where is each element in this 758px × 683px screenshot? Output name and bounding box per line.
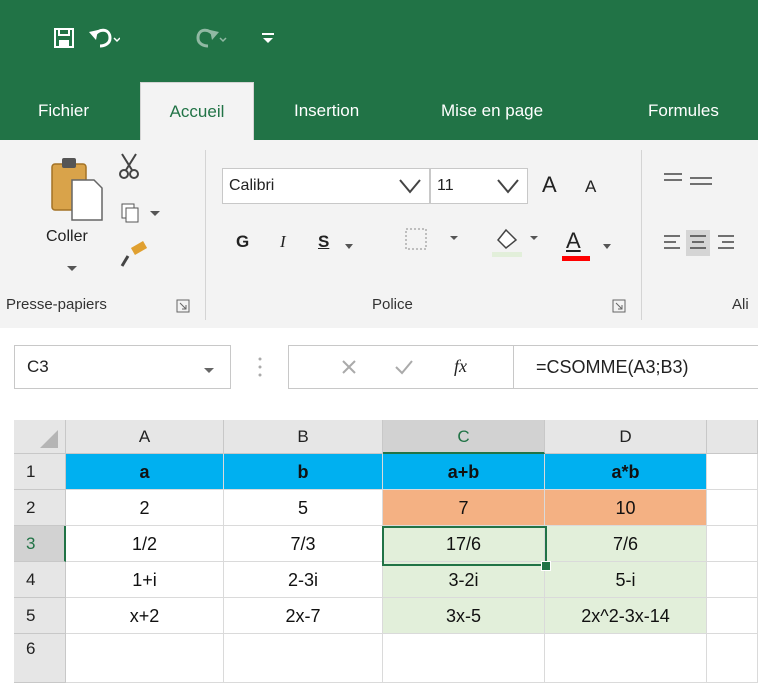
- insert-function-button[interactable]: fx: [454, 356, 467, 377]
- cell-a3[interactable]: 1/2: [66, 526, 224, 562]
- grow-font-button[interactable]: A: [542, 172, 557, 198]
- column-header-a[interactable]: A: [66, 420, 224, 454]
- cell-a1[interactable]: a: [66, 454, 224, 490]
- font-color-button[interactable]: A: [566, 228, 581, 254]
- cell-e2[interactable]: [707, 490, 758, 526]
- cell-a5[interactable]: x+2: [66, 598, 224, 634]
- cell-b2[interactable]: 5: [224, 490, 383, 526]
- tab-formules[interactable]: Formules: [648, 100, 719, 122]
- font-size-value: 11: [437, 177, 454, 194]
- enter-check-icon[interactable]: [394, 358, 414, 376]
- tab-insertion[interactable]: Insertion: [294, 100, 359, 122]
- cell-b3[interactable]: 7/3: [224, 526, 383, 562]
- clipboard-group-label: Presse-papiers: [6, 296, 107, 313]
- cell-b6[interactable]: [224, 634, 383, 683]
- group-separator: [641, 150, 642, 320]
- cell-e4[interactable]: [707, 562, 758, 598]
- cell-a2[interactable]: 2: [66, 490, 224, 526]
- cell-c5[interactable]: 3x-5: [383, 598, 545, 634]
- alignment-group-label: Ali: [732, 296, 749, 313]
- splitter-handle-icon[interactable]: [258, 356, 262, 378]
- cut-icon[interactable]: [118, 152, 140, 180]
- name-box-value: C3: [27, 357, 49, 376]
- italic-button[interactable]: I: [280, 232, 286, 252]
- row-header-5[interactable]: 5: [14, 598, 66, 634]
- fill-handle[interactable]: [541, 561, 551, 571]
- row-header-3[interactable]: 3: [14, 526, 66, 562]
- undo-icon[interactable]: [88, 26, 121, 50]
- cell-a6[interactable]: [66, 634, 224, 683]
- cell-c2[interactable]: 7: [383, 490, 545, 526]
- row-header-1[interactable]: 1: [14, 454, 66, 490]
- column-header-e[interactable]: [707, 420, 758, 454]
- cell-d5[interactable]: 2x^2-3x-14: [545, 598, 707, 634]
- format-painter-icon[interactable]: [118, 240, 154, 270]
- tab-fichier[interactable]: Fichier: [38, 100, 89, 122]
- underline-dropdown-icon[interactable]: [344, 238, 354, 249]
- column-header-b[interactable]: B: [224, 420, 383, 454]
- font-name-dropdown-icon[interactable]: [396, 178, 424, 194]
- name-box[interactable]: C3: [14, 345, 231, 389]
- column-header-d[interactable]: D: [545, 420, 707, 454]
- save-icon[interactable]: [54, 28, 74, 48]
- paste-button[interactable]: Coller: [46, 228, 88, 246]
- paste-dropdown-icon[interactable]: [66, 260, 78, 271]
- cell-a4[interactable]: 1+i: [66, 562, 224, 598]
- cell-d4[interactable]: 5-i: [545, 562, 707, 598]
- group-separator: [205, 150, 206, 320]
- cell-b1[interactable]: b: [224, 454, 383, 490]
- select-all-corner[interactable]: [14, 420, 66, 454]
- align-top-icon[interactable]: [660, 168, 720, 198]
- clipboard-launcher-icon[interactable]: [176, 299, 190, 313]
- formula-value: =CSOMME(A3;B3): [536, 357, 689, 377]
- font-launcher-icon[interactable]: [612, 299, 626, 313]
- ribbon-tabs: [0, 68, 758, 140]
- borders-icon[interactable]: [402, 226, 462, 252]
- font-group-label: Police: [372, 296, 413, 313]
- name-box-dropdown-icon[interactable]: [203, 362, 215, 373]
- cell-c4[interactable]: 3-2i: [383, 562, 545, 598]
- font-size-dropdown-icon[interactable]: [494, 178, 522, 194]
- cell-b4[interactable]: 2-3i: [224, 562, 383, 598]
- cell-c1[interactable]: a+b: [383, 454, 545, 490]
- formula-input[interactable]: =CSOMME(A3;B3): [514, 345, 758, 389]
- row-header-2[interactable]: 2: [14, 490, 66, 526]
- paste-icon[interactable]: [48, 154, 106, 222]
- column-header-c[interactable]: C: [383, 420, 545, 454]
- cell-c6[interactable]: [383, 634, 545, 683]
- cell-e3[interactable]: [707, 526, 758, 562]
- cell-d3[interactable]: 7/6: [545, 526, 707, 562]
- underline-button[interactable]: S: [318, 232, 329, 252]
- row-header-6[interactable]: 6: [14, 634, 66, 683]
- tab-mise-en-page[interactable]: Mise en page: [441, 100, 543, 122]
- font-name-value: Calibri: [229, 177, 275, 194]
- fill-color-icon[interactable]: [490, 224, 546, 260]
- cancel-icon[interactable]: [340, 358, 358, 376]
- tab-accueil[interactable]: Accueil: [140, 82, 254, 140]
- cell-b5[interactable]: 2x-7: [224, 598, 383, 634]
- font-color-bar: [562, 256, 590, 261]
- shrink-font-button[interactable]: A: [585, 177, 596, 197]
- row-header-4[interactable]: 4: [14, 562, 66, 598]
- cell-d6[interactable]: [545, 634, 707, 683]
- cell-e5[interactable]: [707, 598, 758, 634]
- cell-e6[interactable]: [707, 634, 758, 683]
- cell-d1[interactable]: a*b: [545, 454, 707, 490]
- redo-icon[interactable]: [192, 26, 228, 50]
- copy-icon[interactable]: [120, 202, 164, 224]
- customize-qat-icon[interactable]: [260, 30, 276, 46]
- active-cell-border: [382, 526, 547, 566]
- font-color-dropdown-icon[interactable]: [602, 238, 612, 249]
- bold-button[interactable]: G: [236, 232, 249, 252]
- cell-e1[interactable]: [707, 454, 758, 490]
- cell-d2[interactable]: 10: [545, 490, 707, 526]
- align-left-icon[interactable]: [660, 228, 758, 258]
